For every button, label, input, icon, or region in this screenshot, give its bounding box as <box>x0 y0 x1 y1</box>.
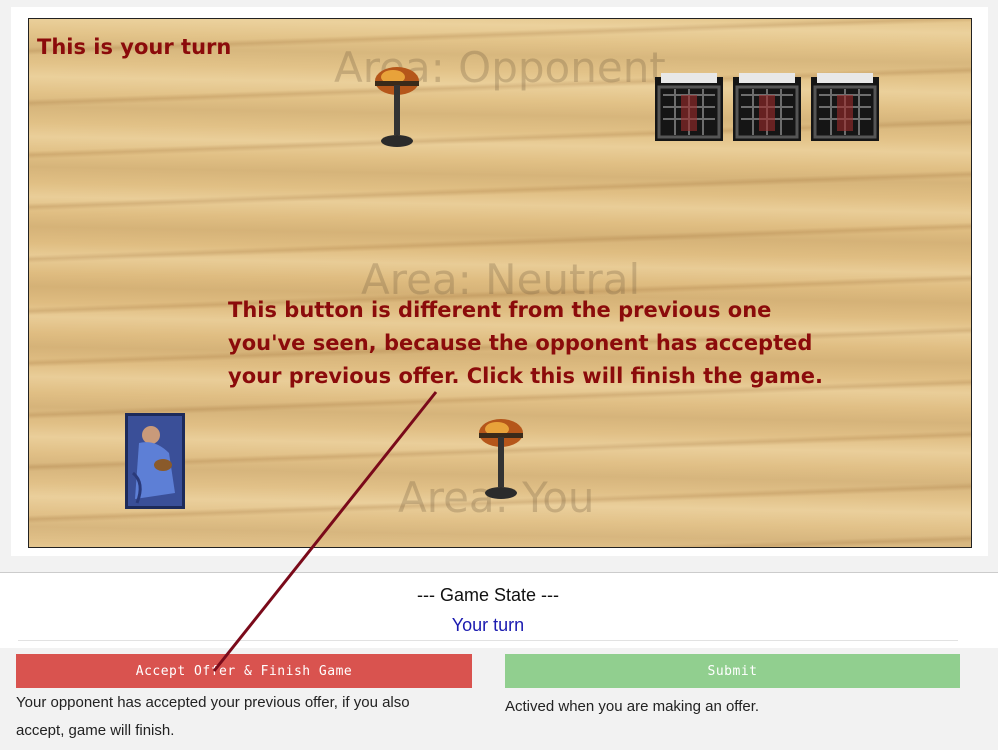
submit-note: Actived when you are making an offer. <box>505 698 760 715</box>
turn-indicator: This is your turn <box>37 35 232 59</box>
game-state-rule <box>18 640 958 641</box>
painting-icon[interactable] <box>125 413 185 509</box>
lamp-icon[interactable] <box>371 63 423 153</box>
accept-offer-finish-button[interactable]: Accept Offer & Finish Game <box>16 654 472 688</box>
accept-note: Your opponent has accepted your previous… <box>16 694 410 739</box>
game-board: Area: Opponent Area: Neutral Area: You T… <box>28 18 972 548</box>
crate-icon[interactable] <box>653 71 725 143</box>
lamp-icon[interactable] <box>475 415 527 505</box>
game-state-panel: --- Game State --- Your turn <box>0 573 998 648</box>
submit-button[interactable]: Submit <box>505 654 960 688</box>
game-state-title: --- Game State --- <box>416 585 559 605</box>
crate-icon[interactable] <box>731 71 803 143</box>
tutorial-callout: This button is different from the previo… <box>228 298 823 388</box>
game-state-value: Your turn <box>451 615 525 635</box>
crate-icon[interactable] <box>809 71 881 143</box>
